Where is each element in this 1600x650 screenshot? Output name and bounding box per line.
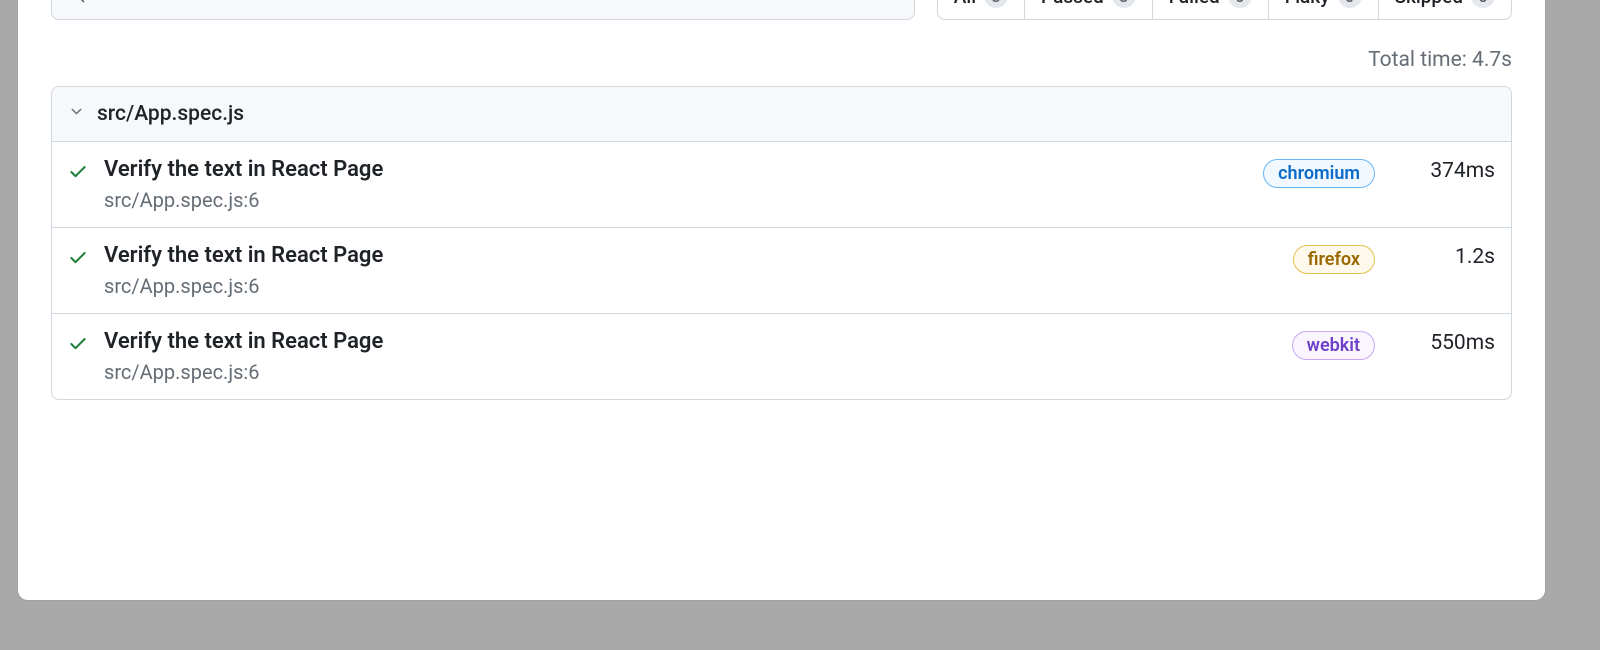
topbar: All 3 Passed 3 Failed 0 Flaky 0 Skipped … <box>51 0 1512 20</box>
search-field[interactable] <box>86 0 900 7</box>
count-badge: 0 <box>1471 0 1495 8</box>
test-title: Verify the text in React Page <box>104 243 1281 268</box>
test-location: src/App.spec.js:6 <box>104 188 1251 212</box>
test-location: src/App.spec.js:6 <box>104 360 1280 384</box>
file-path: src/App.spec.js <box>97 102 244 126</box>
filter-label: Flaky <box>1285 0 1330 8</box>
filter-tabs: All 3 Passed 3 Failed 0 Flaky 0 Skipped … <box>937 0 1512 20</box>
filter-label: Skipped <box>1395 0 1464 8</box>
test-title: Verify the text in React Page <box>104 157 1251 182</box>
test-location: src/App.spec.js:6 <box>104 274 1281 298</box>
search-icon <box>66 0 86 8</box>
test-main: Verify the text in React Page src/App.sp… <box>100 243 1281 298</box>
browser-badge-chromium: chromium <box>1263 159 1375 188</box>
count-badge: 3 <box>984 0 1008 8</box>
filter-tab-skipped[interactable]: Skipped 0 <box>1379 0 1512 19</box>
count-badge: 0 <box>1228 0 1252 8</box>
filter-tab-all[interactable]: All 3 <box>938 0 1025 19</box>
chevron-down-icon <box>68 102 85 126</box>
check-icon <box>68 329 88 354</box>
test-main: Verify the text in React Page src/App.sp… <box>100 329 1280 384</box>
total-time: Total time: 4.7s <box>51 48 1512 72</box>
browser-badge-firefox: firefox <box>1293 245 1375 274</box>
check-icon <box>68 157 88 182</box>
test-row[interactable]: Verify the text in React Page src/App.sp… <box>52 228 1511 314</box>
test-file-block: src/App.spec.js Verify the text in React… <box>51 86 1512 400</box>
test-title: Verify the text in React Page <box>104 329 1280 354</box>
test-main: Verify the text in React Page src/App.sp… <box>100 157 1251 212</box>
filter-tab-flaky[interactable]: Flaky 0 <box>1269 0 1379 19</box>
test-row[interactable]: Verify the text in React Page src/App.sp… <box>52 142 1511 228</box>
test-duration: 550ms <box>1405 331 1495 355</box>
test-row[interactable]: Verify the text in React Page src/App.sp… <box>52 314 1511 399</box>
filter-tab-passed[interactable]: Passed 3 <box>1025 0 1153 19</box>
filter-tab-failed[interactable]: Failed 0 <box>1153 0 1269 19</box>
filter-label: Failed <box>1169 0 1220 8</box>
count-badge: 3 <box>1112 0 1136 8</box>
filter-label: All <box>954 0 976 8</box>
search-input[interactable] <box>51 0 915 20</box>
test-duration: 1.2s <box>1405 245 1495 269</box>
filter-label: Passed <box>1041 0 1104 8</box>
test-duration: 374ms <box>1405 159 1495 183</box>
check-icon <box>68 243 88 268</box>
file-header[interactable]: src/App.spec.js <box>52 87 1511 142</box>
report-panel: All 3 Passed 3 Failed 0 Flaky 0 Skipped … <box>18 0 1545 600</box>
count-badge: 0 <box>1338 0 1362 8</box>
browser-badge-webkit: webkit <box>1292 331 1375 360</box>
